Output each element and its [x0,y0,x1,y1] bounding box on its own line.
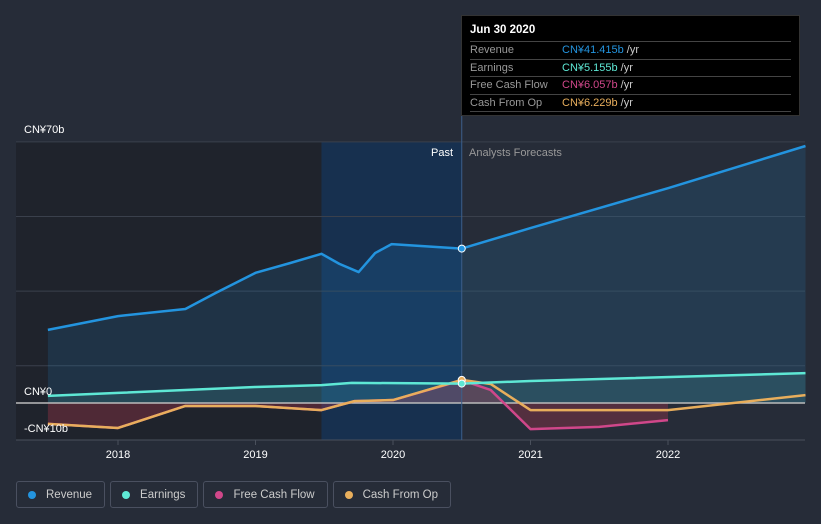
past-label: Past [431,147,454,159]
x-tick-label: 2019 [243,449,267,461]
y-tick-label: CN¥0 [24,386,53,398]
tooltip-label: Earnings [470,61,514,74]
legend-label: Free Cash Flow [233,488,315,501]
tooltip-unit: /yr [620,61,633,74]
tooltip-value: CN¥6.229b [562,96,618,109]
x-tick-label: 2021 [518,449,542,461]
legend-free-cash-flow[interactable]: Free Cash Flow [203,481,328,508]
revenue-dot-icon [28,490,36,499]
tooltip-label: Cash From Op [470,96,543,109]
tooltip-row: Cash From Op CN¥6.229b/yr [470,95,791,112]
tooltip-date: Jun 30 2020 [470,24,791,42]
series-marker [457,244,466,253]
x-tick-label: 2020 [381,449,405,461]
tooltip-value: CN¥6.057b [562,79,618,92]
tooltip-row: Earnings CN¥5.155b/yr [470,60,791,77]
legend: Revenue Earnings Free Cash Flow Cash Fro… [16,481,452,508]
legend-label: Revenue [46,488,93,501]
legend-label: Earnings [140,488,186,501]
y-tick-label: CN¥70b [24,124,65,136]
tooltip-value: CN¥41.415b [562,44,624,57]
cfo-dot-icon [344,490,353,499]
tooltip-label: Free Cash Flow [470,79,548,92]
tooltip-value: CN¥5.155b [562,61,618,74]
fcf-dot-icon [215,490,224,499]
legend-revenue[interactable]: Revenue [16,481,106,508]
legend-earnings[interactable]: Earnings [110,481,199,508]
legend-cash-from-op[interactable]: Cash From Op [332,481,452,508]
legend-label: Cash From Op [362,488,439,501]
forecast-label: Analysts Forecasts [469,147,562,159]
tooltip-unit: /yr [626,44,640,57]
tooltip-row: Revenue CN¥41.415b/yr [470,42,791,60]
y-tick-label: -CN¥10b [24,423,69,435]
tooltip-unit: /yr [620,79,633,92]
x-tick-label: 2022 [656,449,680,461]
tooltip: Jun 30 2020 Revenue CN¥41.415b/yr Earning… [461,15,800,116]
tooltip-label: Revenue [470,44,515,57]
tooltip-row: Free Cash Flow CN¥6.057b/yr [470,77,791,95]
tooltip-unit: /yr [620,96,633,109]
x-tick-label: 2018 [106,449,130,461]
earnings-dot-icon [122,490,131,499]
series-marker [457,379,466,388]
